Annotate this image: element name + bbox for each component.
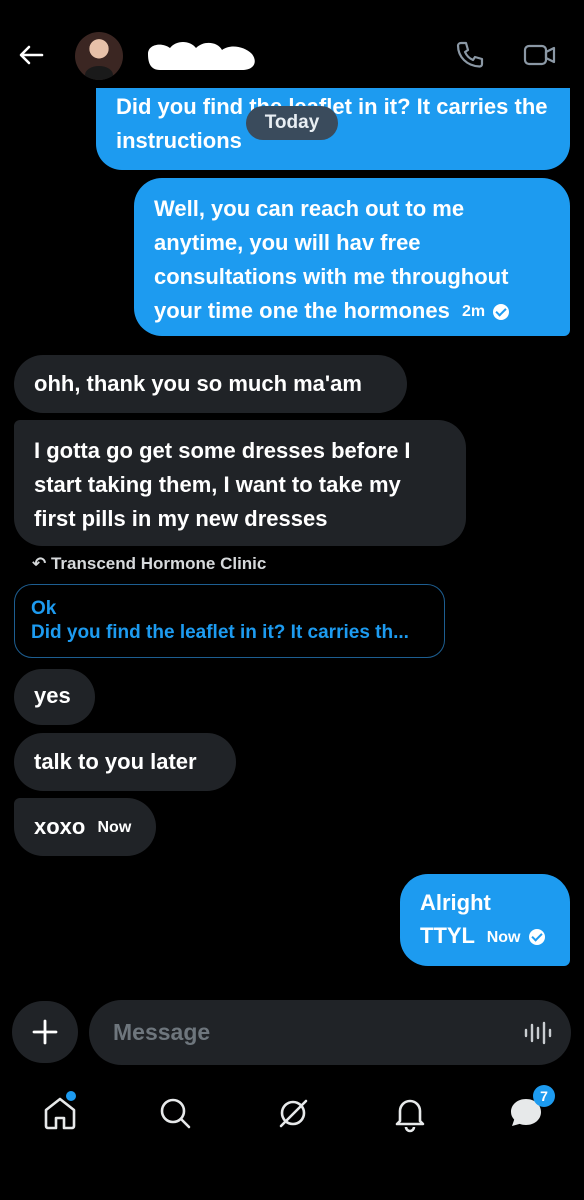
message-time: 2m xyxy=(461,303,486,321)
message-text: talk to you later xyxy=(34,749,197,774)
bottom-navigation: 7 xyxy=(0,1085,584,1145)
message-text: xoxo xyxy=(34,814,86,839)
quoted-reply[interactable]: Ok Did you find the leaflet in it? It ca… xyxy=(14,584,445,658)
voice-wave-icon[interactable] xyxy=(523,1018,553,1048)
add-attachment-button[interactable] xyxy=(12,1001,78,1063)
message-bubble-incoming[interactable]: yes xyxy=(14,669,95,725)
message-input[interactable] xyxy=(113,1000,493,1065)
message-bubble-incoming[interactable]: xoxo Now xyxy=(14,798,156,856)
message-meta: Now xyxy=(487,921,545,954)
quoted-message-text: Did you find the leaflet in it? It carri… xyxy=(31,622,409,643)
message-meta: Now xyxy=(97,811,131,845)
grok-icon[interactable] xyxy=(273,1093,313,1133)
message-text: Alright TTYL xyxy=(420,890,491,948)
video-camera-icon[interactable] xyxy=(522,38,558,72)
back-arrow-icon[interactable] xyxy=(14,38,48,72)
message-text: ohh, thank you so much ma'am xyxy=(34,371,362,396)
message-text: yes xyxy=(34,683,71,708)
message-composer xyxy=(89,1000,571,1065)
home-icon[interactable] xyxy=(40,1091,80,1133)
search-icon[interactable] xyxy=(155,1093,195,1133)
plus-icon xyxy=(32,1019,58,1045)
messages-badge: 7 xyxy=(533,1085,555,1107)
message-time: Now xyxy=(97,819,132,837)
reply-to-name: Transcend Hormone Clinic xyxy=(50,554,267,573)
phone-icon[interactable] xyxy=(452,38,486,72)
message-bubble-outgoing[interactable]: Well, you can reach out to me anytime, y… xyxy=(134,178,570,336)
notification-dot xyxy=(66,1091,76,1101)
read-check-icon xyxy=(528,929,545,946)
contact-avatar[interactable] xyxy=(75,32,123,80)
messages-icon[interactable]: 7 xyxy=(506,1085,555,1133)
message-text: Well, you can reach out to me anytime, y… xyxy=(154,196,509,323)
reply-context-label: ↶ Transcend Hormone Clinic xyxy=(32,552,266,576)
message-time: Now xyxy=(486,928,521,946)
message-bubble-outgoing[interactable]: Alright TTYL Now xyxy=(400,874,570,966)
message-bubble-incoming[interactable]: ohh, thank you so much ma'am xyxy=(14,355,407,413)
message-bubble-incoming[interactable]: I gotta go get some dresses before I sta… xyxy=(14,420,466,546)
reply-arrow-icon: ↶ xyxy=(32,554,47,573)
message-text: I gotta go get some dresses before I sta… xyxy=(34,438,411,531)
message-meta: 2m xyxy=(461,295,510,329)
contact-name-redacted xyxy=(142,34,266,74)
reply-text: Ok xyxy=(31,598,57,619)
read-check-icon xyxy=(493,304,510,321)
message-bubble-incoming[interactable]: talk to you later xyxy=(14,733,236,791)
date-separator: Today xyxy=(246,106,338,140)
notifications-bell-icon[interactable] xyxy=(390,1093,430,1133)
